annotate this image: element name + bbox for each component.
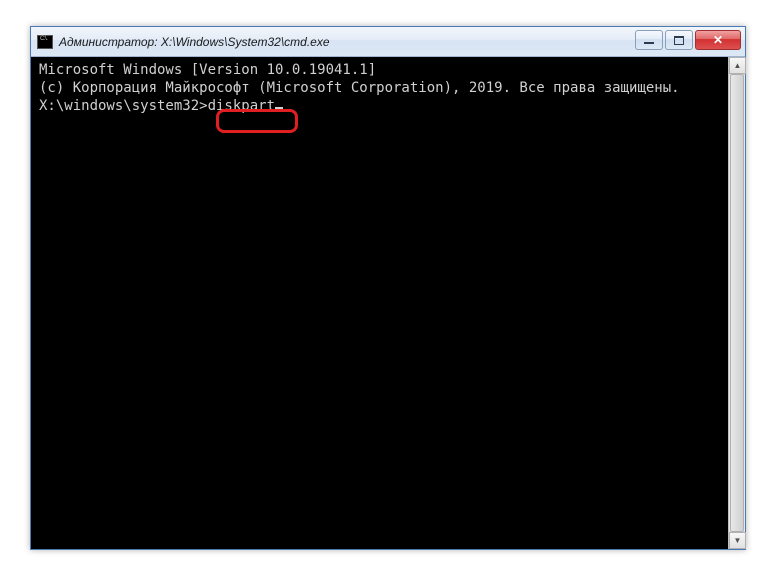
titlebar[interactable]: C:\. Администратор: X:\Windows\System32\…	[31, 27, 745, 57]
cmd-window: C:\. Администратор: X:\Windows\System32\…	[30, 26, 746, 550]
console-line-copyright: (c) Корпорация Майкрософт (Microsoft Cor…	[39, 79, 737, 97]
maximize-icon	[674, 36, 684, 45]
scroll-track[interactable]	[729, 74, 745, 532]
minimize-button[interactable]	[635, 30, 663, 50]
minimize-icon	[644, 42, 654, 44]
vertical-scrollbar[interactable]: ▲ ▼	[728, 57, 745, 549]
scroll-down-button[interactable]: ▼	[729, 532, 746, 549]
console-cursor	[275, 107, 283, 109]
maximize-button[interactable]	[665, 30, 693, 50]
window-title: Администратор: X:\Windows\System32\cmd.e…	[59, 35, 330, 49]
console-prompt-line: X:\windows\system32>diskpart	[39, 97, 737, 115]
console-output[interactable]: Microsoft Windows [Version 10.0.19041.1]…	[31, 57, 745, 549]
close-button[interactable]: ✕	[695, 30, 741, 50]
window-controls: ✕	[635, 30, 741, 50]
scroll-up-button[interactable]: ▲	[729, 57, 746, 74]
scroll-thumb[interactable]	[730, 74, 744, 532]
console-command: diskpart	[208, 98, 275, 114]
cmd-icon: C:\.	[37, 35, 53, 49]
console-prompt: X:\windows\system32>	[39, 98, 208, 114]
close-icon: ✕	[713, 34, 723, 46]
console-line-version: Microsoft Windows [Version 10.0.19041.1]	[39, 61, 737, 79]
